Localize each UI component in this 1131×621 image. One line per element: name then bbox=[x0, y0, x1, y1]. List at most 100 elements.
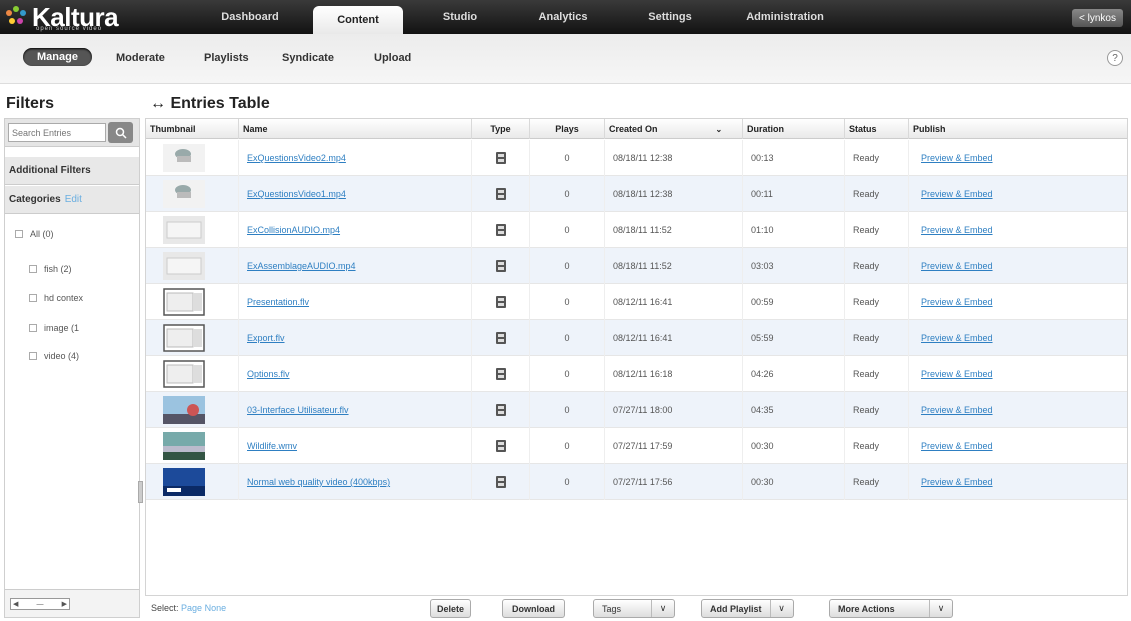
select-none-link[interactable]: None bbox=[205, 603, 227, 613]
help-icon[interactable]: ? bbox=[1107, 50, 1123, 66]
categories-edit-link[interactable]: Edit bbox=[65, 194, 82, 205]
preview-embed-link[interactable]: Preview & Embed bbox=[921, 153, 993, 163]
category-hd-content[interactable]: hd contex bbox=[29, 293, 137, 303]
table-row[interactable]: Export.flv 0 08/12/11 16:41 05:59 Ready Previ… bbox=[146, 320, 1127, 356]
table-row[interactable]: ExAssemblageAUDIO.mp4 0 08/18/11 11:52 03:0… bbox=[146, 248, 1127, 284]
chevron-down-icon[interactable]: ∨ bbox=[652, 603, 674, 614]
search-input[interactable] bbox=[8, 123, 106, 142]
thumbnail-image[interactable] bbox=[163, 252, 205, 280]
category-checkbox[interactable] bbox=[29, 294, 37, 302]
entries-table: Thumbnail Name Type Plays Created On ⌄ Du… bbox=[145, 118, 1128, 596]
search-button[interactable] bbox=[108, 122, 133, 143]
table-row[interactable]: Presentation.flv 0 08/12/11 16:41 00:59 Read… bbox=[146, 284, 1127, 320]
status-cell: Ready bbox=[844, 464, 908, 500]
entry-name-link[interactable]: Normal web quality video (400kbps) bbox=[247, 477, 390, 487]
add-playlist-dropdown[interactable]: Add Playlist ∨ bbox=[701, 599, 794, 618]
table-row[interactable]: ExCollisionAUDIO.mp4 0 08/18/11 11:52 01:10… bbox=[146, 212, 1127, 248]
thumbnail-image[interactable] bbox=[163, 396, 205, 424]
thumbnail-image[interactable] bbox=[163, 324, 205, 352]
more-actions-dropdown[interactable]: More Actions ∨ bbox=[829, 599, 953, 618]
additional-filters-header[interactable]: Additional Filters bbox=[5, 157, 139, 185]
preview-embed-link[interactable]: Preview & Embed bbox=[921, 369, 993, 379]
category-checkbox[interactable] bbox=[29, 352, 37, 360]
category-image[interactable]: image (1 bbox=[29, 323, 137, 333]
table-row[interactable]: Wildlife.wmv 0 07/27/11 17:59 00:30 Ready Pre… bbox=[146, 428, 1127, 464]
thumbnail-image[interactable] bbox=[163, 468, 205, 496]
category-checkbox[interactable] bbox=[29, 265, 37, 273]
preview-embed-link[interactable]: Preview & Embed bbox=[921, 405, 993, 415]
entry-name-link[interactable]: ExQuestionsVideo2.mp4 bbox=[247, 153, 346, 163]
thumbnail-image[interactable] bbox=[163, 432, 205, 460]
entries-table-title[interactable]: ↔ Entries Table bbox=[150, 95, 270, 113]
col-created-on[interactable]: Created On ⌄ bbox=[604, 119, 742, 139]
thumbnail-image[interactable] bbox=[163, 216, 205, 244]
col-duration[interactable]: Duration bbox=[742, 119, 844, 139]
thumbnail-image[interactable] bbox=[163, 180, 205, 208]
table-row[interactable]: 03-Interface Utilisateur.flv 0 07/27/11 18… bbox=[146, 392, 1127, 428]
nav-administration[interactable]: Administration bbox=[730, 0, 840, 34]
user-menu-button[interactable]: < lynkos bbox=[1072, 9, 1123, 27]
delete-button[interactable]: Delete bbox=[430, 599, 472, 618]
sidebar-resize-handle[interactable] bbox=[138, 481, 143, 503]
col-status[interactable]: Status bbox=[844, 119, 908, 139]
category-video[interactable]: video (4) bbox=[29, 351, 137, 361]
entry-name-link[interactable]: Options.flv bbox=[247, 369, 290, 379]
category-checkbox[interactable] bbox=[29, 324, 37, 332]
entry-name-link[interactable]: Wildlife.wmv bbox=[247, 441, 297, 451]
entry-name-link[interactable]: ExAssemblageAUDIO.mp4 bbox=[247, 261, 356, 271]
col-plays[interactable]: Plays bbox=[529, 119, 604, 139]
entry-name-link[interactable]: ExCollisionAUDIO.mp4 bbox=[247, 225, 340, 235]
category-fish[interactable]: fish (2) bbox=[29, 264, 137, 274]
preview-embed-link[interactable]: Preview & Embed bbox=[921, 225, 993, 235]
table-row[interactable]: ExQuestionsVideo1.mp4 0 08/18/11 12:38 00:1… bbox=[146, 176, 1127, 212]
thumbnail-cell bbox=[146, 392, 238, 428]
category-all[interactable]: All (0) bbox=[15, 229, 135, 239]
col-publish[interactable]: Publish bbox=[908, 119, 1127, 139]
preview-embed-link[interactable]: Preview & Embed bbox=[921, 261, 993, 271]
scroll-thumb[interactable]: — bbox=[37, 601, 44, 608]
preview-embed-link[interactable]: Preview & Embed bbox=[921, 333, 993, 343]
download-button[interactable]: Download bbox=[502, 599, 565, 618]
nav-settings[interactable]: Settings bbox=[625, 0, 715, 34]
publish-cell: Preview & Embed bbox=[908, 176, 1127, 212]
col-thumbnail[interactable]: Thumbnail bbox=[146, 119, 238, 139]
entry-name-link[interactable]: Export.flv bbox=[247, 333, 285, 343]
subnav-playlists[interactable]: Playlists bbox=[204, 49, 249, 67]
col-type[interactable]: Type bbox=[471, 119, 529, 139]
thumbnail-image[interactable] bbox=[163, 288, 205, 316]
select-page-link[interactable]: Page bbox=[181, 603, 202, 613]
chevron-down-icon[interactable]: ∨ bbox=[930, 603, 952, 614]
category-checkbox[interactable] bbox=[15, 230, 23, 238]
entry-name-link[interactable]: 03-Interface Utilisateur.flv bbox=[247, 405, 349, 415]
subnav-syndicate[interactable]: Syndicate bbox=[282, 49, 334, 67]
nav-analytics[interactable]: Analytics bbox=[518, 0, 608, 34]
nav-studio[interactable]: Studio bbox=[415, 0, 505, 34]
chevron-down-icon[interactable]: ∨ bbox=[771, 603, 793, 614]
duration-cell: 00:30 bbox=[742, 464, 844, 500]
scroll-left-arrow-icon[interactable]: ◀ bbox=[13, 600, 18, 608]
table-row[interactable]: Options.flv 0 08/12/11 16:18 04:26 Ready Prev… bbox=[146, 356, 1127, 392]
table-row[interactable]: Normal web quality video (400kbps) 0 07/27… bbox=[146, 464, 1127, 500]
preview-embed-link[interactable]: Preview & Embed bbox=[921, 297, 993, 307]
name-cell: ExQuestionsVideo2.mp4 bbox=[238, 140, 471, 176]
entry-name-link[interactable]: Presentation.flv bbox=[247, 297, 309, 307]
tags-dropdown[interactable]: Tags ∨ bbox=[593, 599, 675, 618]
kaltura-logo[interactable]: Kaltura open source video bbox=[6, 3, 119, 32]
nav-content[interactable]: Content bbox=[313, 6, 403, 34]
subnav-upload[interactable]: Upload bbox=[374, 49, 411, 67]
preview-embed-link[interactable]: Preview & Embed bbox=[921, 189, 993, 199]
name-cell: Export.flv bbox=[238, 320, 471, 356]
preview-embed-link[interactable]: Preview & Embed bbox=[921, 477, 993, 487]
entry-name-link[interactable]: ExQuestionsVideo1.mp4 bbox=[247, 189, 346, 199]
subnav-moderate[interactable]: Moderate bbox=[116, 49, 165, 67]
subnav-manage[interactable]: Manage bbox=[23, 48, 92, 66]
thumbnail-image[interactable] bbox=[163, 144, 205, 172]
top-bar: Kaltura open source video Dashboard Cont… bbox=[0, 0, 1131, 34]
preview-embed-link[interactable]: Preview & Embed bbox=[921, 441, 993, 451]
scroll-right-arrow-icon[interactable]: ▶ bbox=[62, 600, 67, 608]
horizontal-scrollbar[interactable]: ◀ — ▶ bbox=[10, 598, 70, 610]
table-row[interactable]: ExQuestionsVideo2.mp4 0 08/18/11 12:38 00:1… bbox=[146, 140, 1127, 176]
thumbnail-image[interactable] bbox=[163, 360, 205, 388]
col-name[interactable]: Name bbox=[238, 119, 471, 139]
nav-dashboard[interactable]: Dashboard bbox=[205, 0, 295, 34]
